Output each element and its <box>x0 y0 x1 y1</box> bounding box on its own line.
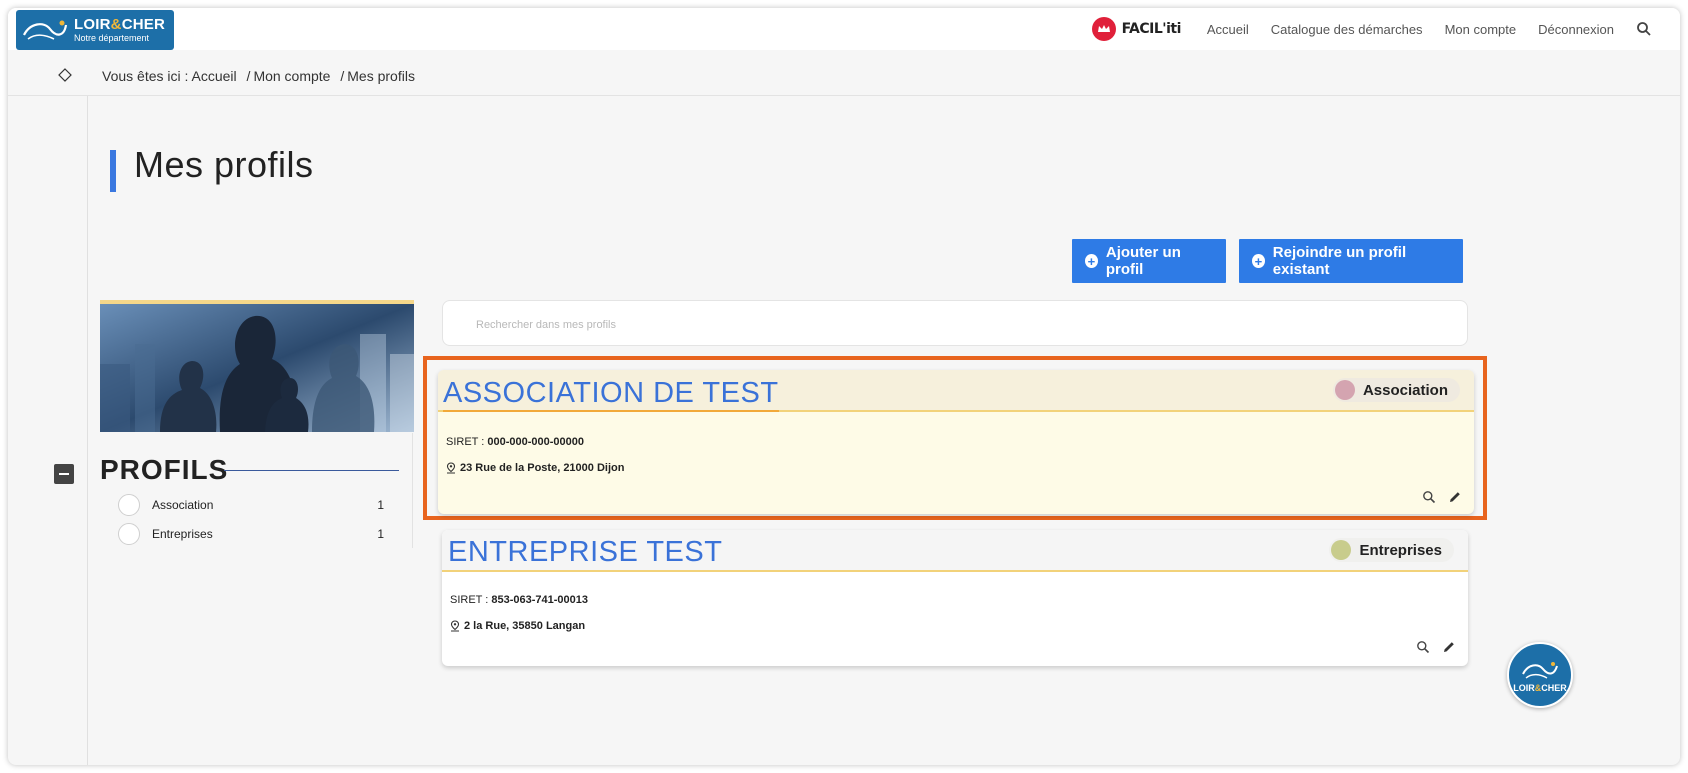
add-profile-button[interactable]: + Ajouter un profil <box>1072 239 1226 283</box>
type-color-dot <box>1334 380 1355 400</box>
logo-emblem-icon <box>23 20 68 40</box>
type-color-dot <box>1331 540 1352 560</box>
breadcrumb: Vous êtes ici : Accueil / Mon compte / Mes… <box>8 56 1680 96</box>
edit-pencil-icon[interactable] <box>1448 490 1462 504</box>
logo-title: LOIR&CHER <box>74 16 165 33</box>
profile-name[interactable]: ENTREPRISE TEST <box>448 536 722 569</box>
profiles-banner-image <box>100 300 414 432</box>
breadcrumb-prefix: Vous êtes ici : <box>102 67 189 84</box>
view-search-icon[interactable] <box>1422 490 1436 504</box>
crown-icon <box>1091 17 1116 41</box>
plus-circle-icon: + <box>1085 254 1098 268</box>
profile-card-header: ENTREPRISE TEST Entreprises <box>442 530 1468 572</box>
nav-catalogue[interactable]: Catalogue des démarches <box>1271 22 1423 37</box>
profiles-search-input[interactable]: Rechercher dans mes profils <box>442 300 1468 346</box>
filter-count: 1 <box>377 527 384 541</box>
corner-logo-button[interactable]: LOIR&CHER <box>1507 642 1573 708</box>
logo-subtitle: Notre département <box>74 33 150 43</box>
collapse-toggle[interactable] <box>54 464 74 484</box>
plus-circle-icon: + <box>1252 254 1265 268</box>
profile-type-badge: Entreprises <box>1329 538 1454 562</box>
profile-type-badge: Association <box>1332 378 1460 402</box>
title-accent-bar <box>110 150 116 192</box>
profile-type-label: Association <box>1362 381 1448 399</box>
location-pin-icon <box>450 620 460 632</box>
faciliti-label: FACIL'iti <box>1121 21 1182 37</box>
main-nav: FACIL'iti Accueil Catalogue des démarche… <box>1091 8 1652 50</box>
view-search-icon[interactable] <box>1416 640 1430 654</box>
filter-label: Association <box>152 498 214 512</box>
add-profile-label: Ajouter un profil <box>1105 244 1181 278</box>
join-profile-button[interactable]: + Rejoindre un profil existant <box>1239 239 1463 283</box>
nav-deconnexion[interactable]: Déconnexion <box>1538 22 1614 37</box>
breadcrumb-mes-profils: Mes profils <box>347 67 415 84</box>
join-profile-label: Rejoindre un profil existant <box>1272 244 1407 278</box>
filter-radio[interactable] <box>118 523 140 545</box>
site-logo[interactable]: LOIR&CHER Notre département <box>16 10 174 50</box>
nav-mon-compte[interactable]: Mon compte <box>1445 22 1517 37</box>
filter-entreprises[interactable]: Entreprises 1 <box>118 522 384 546</box>
top-bar: LOIR&CHER Notre département FACIL'iti Ac… <box>8 8 1680 50</box>
profile-name[interactable]: ASSOCIATION DE TEST <box>443 376 779 412</box>
logo-emblem-icon <box>1522 661 1558 679</box>
profile-card-header: ASSOCIATION DE TEST Association <box>438 370 1474 412</box>
profile-address: 2 la Rue, 35850 Langan <box>450 620 585 632</box>
profiles-heading: PROFILS <box>100 454 229 485</box>
left-divider <box>87 96 88 765</box>
search-icon[interactable] <box>1636 21 1652 37</box>
profile-address: 23 Rue de la Poste, 21000 Dijon <box>446 462 624 474</box>
breadcrumb-mon-compte[interactable]: Mon compte <box>253 68 330 84</box>
profile-card-actions <box>1422 490 1462 504</box>
location-pin-icon <box>446 462 456 474</box>
breadcrumb-accueil[interactable]: Accueil <box>192 68 237 84</box>
filter-count: 1 <box>377 498 384 512</box>
faciliti-button[interactable]: FACIL'iti <box>1091 17 1182 41</box>
profile-card[interactable]: ENTREPRISE TEST Entreprises SIRET : 853-… <box>442 530 1468 666</box>
filter-label: Entreprises <box>152 527 213 541</box>
filter-association[interactable]: Association 1 <box>118 493 384 517</box>
profile-siret: SIRET : 853-063-741-00013 <box>450 594 589 606</box>
edit-pencil-icon[interactable] <box>1442 640 1456 654</box>
profile-siret: SIRET : 000-000-000-00000 <box>446 436 585 448</box>
diamond-icon <box>58 68 72 82</box>
page-title: Mes profils <box>134 144 314 185</box>
nav-accueil[interactable]: Accueil <box>1207 22 1249 37</box>
corner-logo-text: LOIR&CHER <box>1513 682 1567 693</box>
breadcrumb-separator: / <box>340 67 345 84</box>
breadcrumb-separator: / <box>246 67 251 84</box>
page-frame: LOIR&CHER Notre département FACIL'iti Ac… <box>8 8 1680 765</box>
filter-radio[interactable] <box>118 494 140 516</box>
profile-type-label: Entreprises <box>1359 541 1442 559</box>
profile-card[interactable]: ASSOCIATION DE TEST Association SIRET : … <box>438 370 1474 514</box>
heading-underline <box>224 470 399 471</box>
profile-card-actions <box>1416 640 1456 654</box>
sidebar-divider <box>412 433 413 548</box>
